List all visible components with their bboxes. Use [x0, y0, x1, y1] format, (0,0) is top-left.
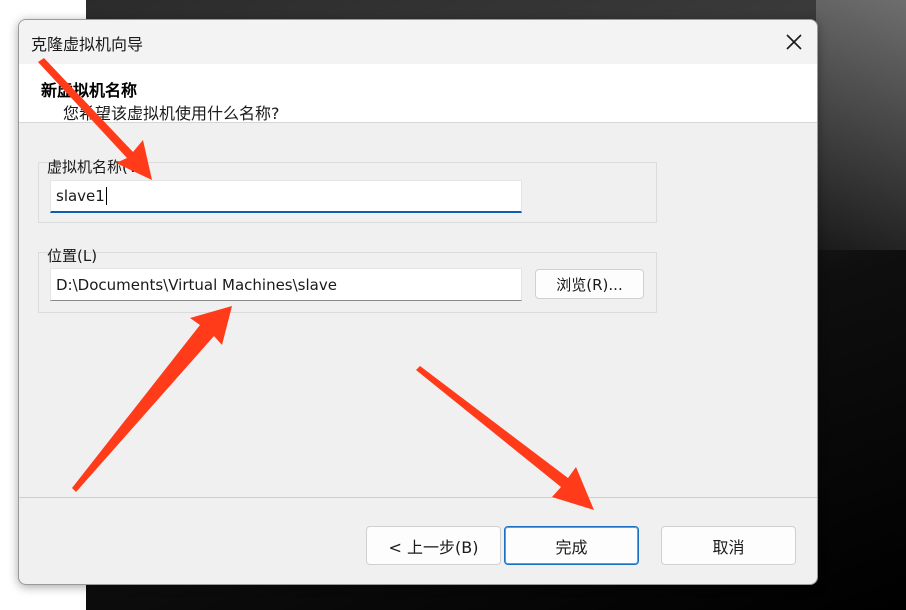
cancel-button[interactable]: 取消	[661, 526, 796, 565]
page-title: 新虚拟机名称	[41, 81, 138, 100]
footer-divider	[19, 497, 817, 498]
title-bar: 克隆虚拟机向导	[19, 20, 817, 64]
close-icon	[786, 34, 802, 50]
location-input[interactable]: D:\Documents\Virtual Machines\slave	[50, 268, 522, 301]
vm-name-label: 虚拟机名称(V)	[47, 158, 144, 176]
close-button[interactable]	[771, 20, 817, 64]
back-button[interactable]: < 上一步(B)	[366, 526, 501, 565]
desktop-background-highlight	[816, 0, 906, 250]
clone-vm-wizard-dialog: 克隆虚拟机向导 新虚拟机名称 您希望该虚拟机使用什么名称? 虚拟机名称(V) s…	[18, 19, 818, 585]
vm-name-value: slave1	[56, 187, 105, 205]
location-label: 位置(L)	[47, 247, 98, 265]
browse-button[interactable]: 浏览(R)...	[535, 269, 644, 299]
wizard-header: 新虚拟机名称 您希望该虚拟机使用什么名称?	[19, 64, 817, 123]
finish-button[interactable]: 完成	[504, 526, 639, 565]
location-value: D:\Documents\Virtual Machines\slave	[56, 275, 337, 294]
page-subtitle: 您希望该虚拟机使用什么名称?	[63, 104, 280, 123]
window-title: 克隆虚拟机向导	[31, 35, 144, 54]
text-cursor	[105, 187, 107, 205]
vm-name-input[interactable]: slave1	[50, 180, 522, 213]
